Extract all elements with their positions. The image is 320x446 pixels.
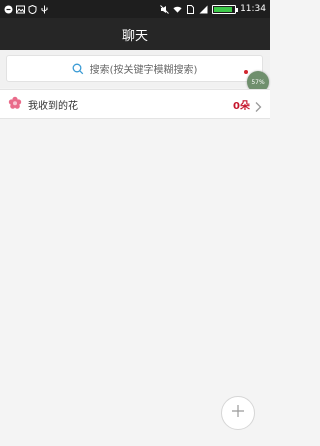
- status-time: 11:34: [240, 4, 266, 14]
- status-left-icons: [4, 4, 49, 14]
- notification-dot: [244, 70, 248, 74]
- photo-icon: [16, 5, 25, 14]
- search-area: 搜索(按关键字模糊搜索): [0, 50, 270, 88]
- sim-icon: [186, 4, 195, 14]
- flowers-received-row[interactable]: 我收到的花 0朵: [0, 89, 270, 119]
- flowers-count: 0朵: [233, 100, 250, 112]
- notification-icon: [4, 5, 13, 14]
- search-input[interactable]: 搜索(按关键字模糊搜索): [6, 55, 263, 82]
- shield-icon: [28, 4, 37, 14]
- flowers-row-label: 我收到的花: [28, 100, 78, 112]
- search-icon: [72, 63, 84, 75]
- battery-icon: [212, 4, 239, 14]
- status-bar: 11:34: [0, 0, 270, 18]
- signal-icon: [199, 5, 208, 14]
- progress-text: 57%: [251, 78, 265, 86]
- page-title: 聊天: [0, 18, 270, 50]
- search-placeholder: 搜索(按关键字模糊搜索): [89, 65, 198, 76]
- chevron-right-icon: [254, 98, 262, 112]
- add-button[interactable]: [221, 396, 255, 430]
- plus-icon: [230, 403, 246, 423]
- mute-icon: [160, 4, 169, 14]
- usb-icon: [40, 5, 49, 14]
- status-right-icons: 11:34: [160, 4, 266, 14]
- flower-icon: [8, 95, 22, 114]
- wifi-icon: [173, 5, 182, 14]
